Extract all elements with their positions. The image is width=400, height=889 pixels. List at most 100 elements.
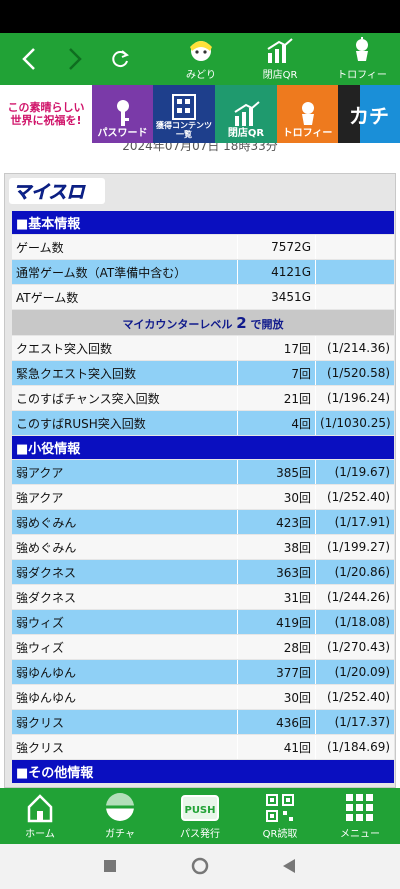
row-value: 17回 (238, 336, 316, 360)
row-value: 377回 (238, 660, 316, 684)
table-row: クエスト突入回数 17回 (1/214.36) (12, 336, 395, 360)
table-row: 強ゆんゆん 30回 (1/252.40) (12, 685, 395, 709)
row-value: 3451G (238, 285, 316, 309)
datetime-text: 2024年07月07日 18時33分 (122, 143, 278, 153)
close-qr-tile[interactable]: 閉店QR (215, 85, 277, 143)
trophy-figure-icon (356, 37, 368, 61)
nav-midori-label: みどり (186, 70, 216, 81)
row-label: 弱ダクネス (12, 560, 238, 584)
row-value: 31回 (238, 585, 316, 609)
notice-post: で開放 (246, 317, 284, 331)
row-value: 419回 (238, 610, 316, 634)
row-label: ATゲーム数 (12, 285, 238, 309)
bottom-tab-bar: ホーム ガチャ PUSH パス発行 QR読取 メニュー (0, 788, 400, 844)
katana-tile[interactable]: カチ (338, 85, 400, 143)
tab-menu-label: メニュー (340, 829, 380, 840)
chevron-left-icon (22, 48, 35, 70)
stats-table: ■基本情報 ゲーム数 7572G 通常ゲーム数（AT準備中含む） 4121G ATゲーム数… (12, 210, 395, 784)
table-row: 弱アクア 385回 (1/19.67) (12, 460, 395, 484)
row-label: 弱ウィズ (12, 610, 238, 634)
contents-tile[interactable]: 獲得コンテンツ一覧 (153, 85, 215, 143)
tab-home[interactable]: ホーム (0, 788, 80, 844)
row-value: 385回 (238, 460, 316, 484)
row-ratio: (1/17.91) (316, 510, 395, 534)
row-label: このすばRUSH突入回数 (12, 411, 238, 435)
tab-qr[interactable]: QR読取 (240, 788, 320, 844)
home-circle-icon[interactable] (191, 857, 209, 875)
row-ratio: (1/252.40) (316, 685, 395, 709)
forward-button[interactable] (58, 33, 90, 85)
row-ratio: (1/20.86) (316, 560, 395, 584)
row-label: ゲーム数 (12, 235, 238, 259)
section-title: ■小役情報 (12, 436, 395, 459)
recents-icon[interactable] (103, 859, 117, 873)
section-title: ■基本情報 (12, 211, 395, 234)
password-tile[interactable]: パスワード (92, 85, 153, 143)
nav-midori[interactable]: みどり (176, 33, 226, 85)
row-value: 28回 (238, 635, 316, 659)
row-ratio: (1/214.36) (316, 336, 395, 360)
table-row: 緊急クエスト突入回数 7回 (1/520.58) (12, 361, 395, 385)
nav-trophy-label: トロフィー (337, 70, 387, 81)
promo-text: この素晴らしい世界に祝福を! (7, 101, 85, 127)
promo-banner[interactable]: この素晴らしい世界に祝福を! (0, 85, 92, 143)
key-icon (116, 100, 129, 126)
row-label: 弱めぐみん (12, 510, 238, 534)
row-label: 強ウィズ (12, 635, 238, 659)
back-triangle-icon[interactable] (282, 858, 296, 874)
table-row: 強ダクネス 31回 (1/244.26) (12, 585, 395, 609)
row-ratio: (1/270.43) (316, 635, 395, 659)
row-ratio: (1/196.24) (316, 386, 395, 410)
tab-pass-label: パス発行 (180, 829, 220, 840)
row-value: 38回 (238, 535, 316, 559)
row-ratio: (1/252.40) (316, 485, 395, 509)
tab-gacha[interactable]: ガチャ (80, 788, 160, 844)
table-row: このすばチャンス突入回数 21回 (1/196.24) (12, 386, 395, 410)
reload-button[interactable] (104, 33, 136, 85)
nav-trophy[interactable]: トロフィー (334, 33, 390, 85)
table-row: 弱ゆんゆん 377回 (1/20.09) (12, 660, 395, 684)
tab-qr-label: QR読取 (262, 829, 298, 840)
nav-close-qr[interactable]: 閉店QR (252, 33, 308, 85)
qr-chart-icon (234, 101, 260, 126)
table-row: このすばRUSH突入回数 4回 (1/1030.25) (12, 411, 395, 435)
close-qr-tile-label: 閉店QR (227, 128, 265, 139)
qr-chart-icon (267, 38, 293, 63)
row-value: 7回 (238, 361, 316, 385)
table-row: 弱めぐみん 423回 (1/17.91) (12, 510, 395, 534)
table-row: 通常ゲーム数（AT準備中含む） 4121G (12, 260, 395, 284)
chevron-right-icon (69, 48, 82, 70)
row-ratio: (1/19.67) (316, 460, 395, 484)
row-label: 強めぐみん (12, 535, 238, 559)
section-header-basic: ■基本情報 (12, 211, 395, 234)
push-badge-icon: PUSH (181, 795, 219, 821)
table-row: 弱ダクネス 363回 (1/20.86) (12, 560, 395, 584)
status-bar (0, 0, 400, 33)
row-ratio (316, 235, 395, 259)
row-value: 30回 (238, 485, 316, 509)
row-label: 強ゆんゆん (12, 685, 238, 709)
counter-level-notice: マイカウンターレベル 2 で開放 (12, 310, 395, 335)
row-ratio: (1/244.26) (316, 585, 395, 609)
character-face-icon (190, 41, 212, 61)
notice-text: マイカウンターレベル 2 で開放 (122, 314, 284, 332)
row-ratio: (1/18.08) (316, 610, 395, 634)
section-title: ■その他情報 (12, 760, 395, 783)
table-row: ゲーム数 7572G (12, 235, 395, 259)
tab-menu[interactable]: メニュー (320, 788, 400, 844)
row-ratio: (1/520.58) (316, 361, 395, 385)
tab-pass[interactable]: PUSH パス発行 (160, 788, 240, 844)
trophy-tile[interactable]: トロフィー (277, 85, 338, 143)
back-button[interactable] (14, 33, 46, 85)
table-row: 強ウィズ 28回 (1/270.43) (12, 635, 395, 659)
tab-gacha-label: ガチャ (105, 829, 135, 840)
logo-text: マイスロ (13, 182, 86, 203)
grid-list-icon (172, 94, 196, 120)
row-ratio (316, 260, 395, 284)
row-label: 強ダクネス (12, 585, 238, 609)
menu-banner: この素晴らしい世界に祝福を! パスワード 獲得コンテンツ一覧 閉店QR トロフィ… (0, 85, 400, 143)
row-value: 30回 (238, 685, 316, 709)
reload-icon (112, 50, 129, 68)
row-label: 弱ゆんゆん (12, 660, 238, 684)
data-panel: マイスロ ■基本情報 ゲーム数 7572G 通常ゲーム数（AT準備中含む） 4121G A… (4, 173, 396, 788)
